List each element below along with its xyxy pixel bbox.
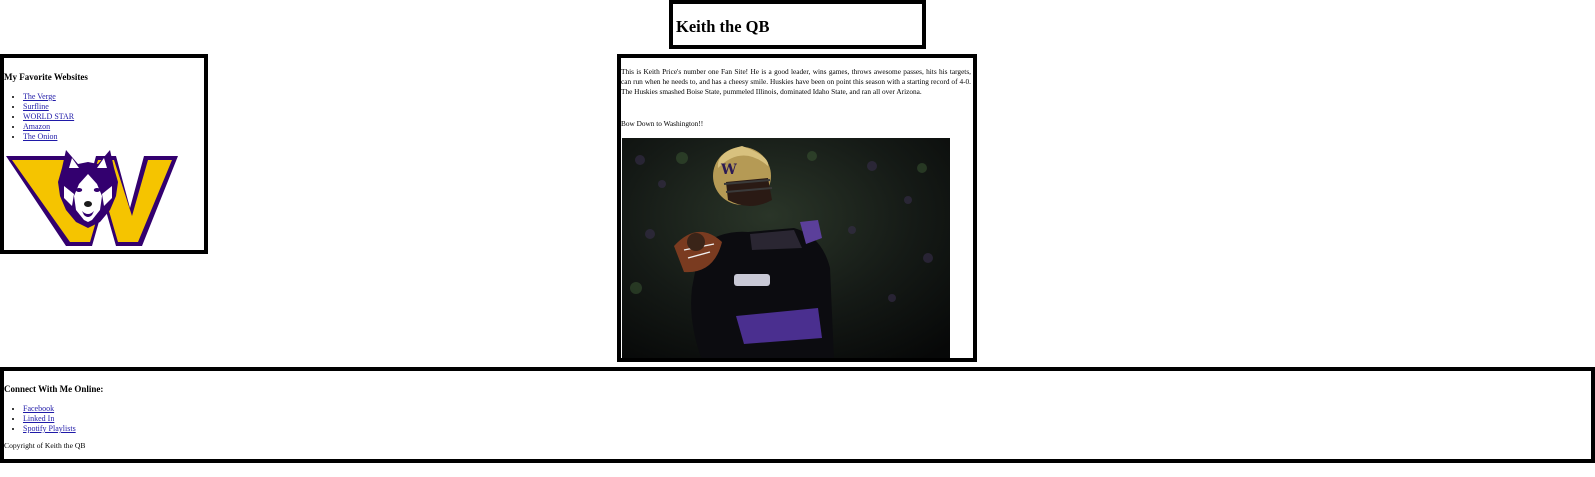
page-header: Keith the QB (669, 0, 926, 49)
link-world-star[interactable]: WORLD STAR (23, 112, 74, 121)
link-facebook[interactable]: Facebook (23, 404, 54, 413)
quarterback-photo: W (622, 138, 950, 358)
footer-heading: Connect With Me Online: (4, 384, 104, 394)
list-item: The Verge (23, 92, 74, 102)
link-spotify-playlists[interactable]: Spotify Playlists (23, 424, 76, 433)
list-item: WORLD STAR (23, 112, 74, 122)
intro-paragraph: This is Keith Price's number one Fan Sit… (621, 67, 971, 97)
tagline: Bow Down to Washington!! (621, 119, 704, 128)
list-item: Linked In (23, 414, 76, 424)
list-item: Surfline (23, 102, 74, 112)
link-the-onion[interactable]: The Onion (23, 132, 57, 141)
favorite-links-list: The Verge Surfline WORLD STAR Amazon The… (4, 92, 74, 142)
list-item: Amazon (23, 122, 74, 132)
list-item: The Onion (23, 132, 74, 142)
copyright-text: Copyright of Keith the QB (4, 441, 86, 450)
svg-text:W: W (720, 162, 737, 178)
main-content: This is Keith Price's number one Fan Sit… (617, 54, 977, 362)
social-links-list: Facebook Linked In Spotify Playlists (4, 404, 76, 434)
link-the-verge[interactable]: The Verge (23, 92, 56, 101)
link-amazon[interactable]: Amazon (23, 122, 50, 131)
page-title: Keith the QB (676, 17, 770, 36)
link-linked-in[interactable]: Linked In (23, 414, 54, 423)
list-item: Facebook (23, 404, 76, 414)
favorites-sidebar: My Favorite Websites The Verge Surfline … (0, 54, 208, 254)
page-footer: Connect With Me Online: Facebook Linked … (0, 367, 1595, 463)
uw-husky-w-logo-icon (6, 150, 178, 246)
list-item: Spotify Playlists (23, 424, 76, 434)
sidebar-heading: My Favorite Websites (4, 72, 88, 82)
link-surfline[interactable]: Surfline (23, 102, 49, 111)
